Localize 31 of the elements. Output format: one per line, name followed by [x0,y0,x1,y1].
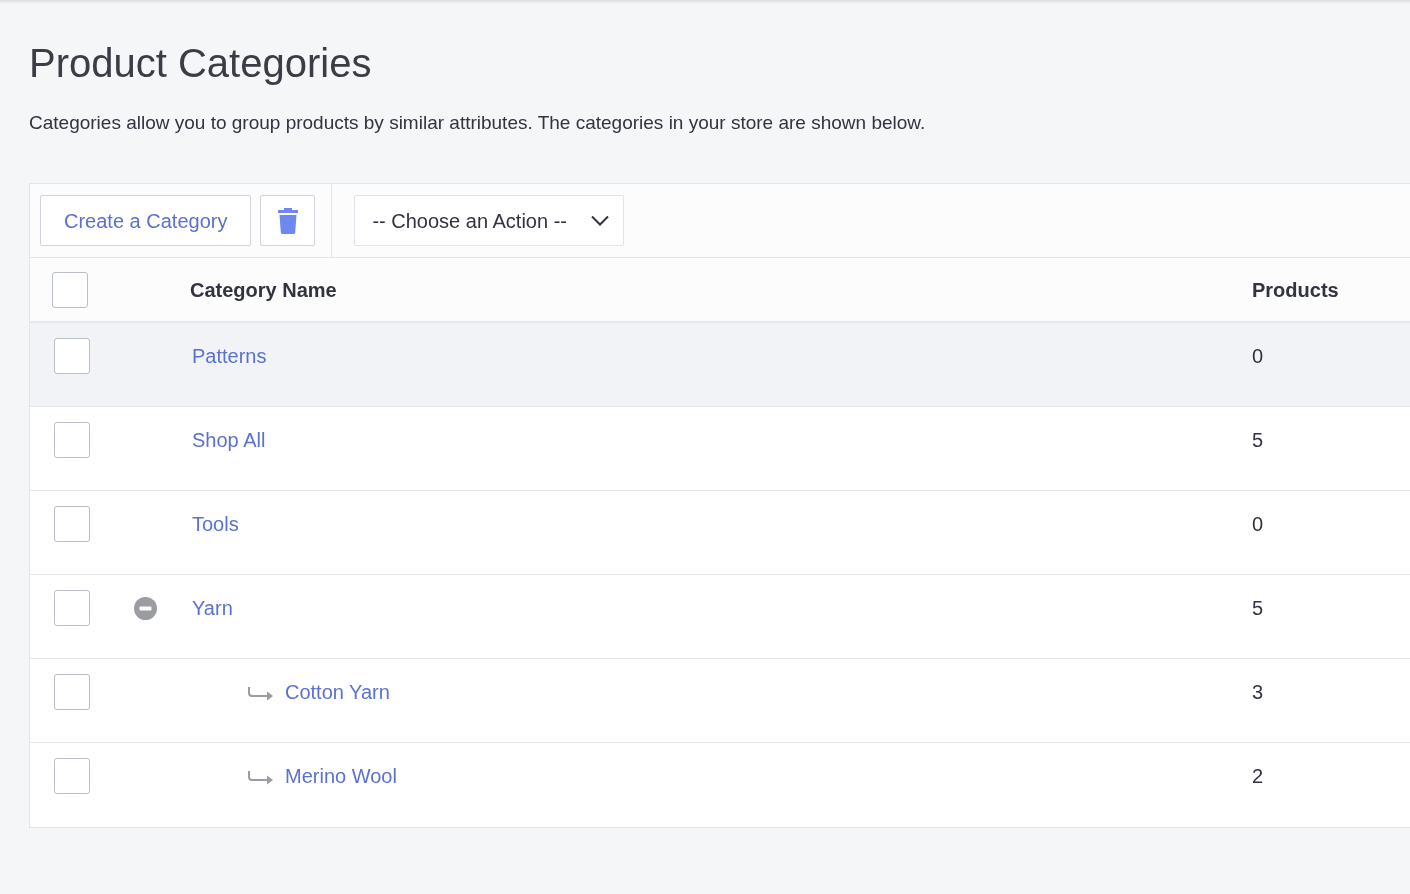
minus-circle-icon[interactable] [134,596,157,620]
action-dropdown[interactable]: -- Choose an Action -- [354,195,624,246]
category-link[interactable]: Merino Wool [285,758,397,794]
page-description: Categories allow you to group products by similar attributes. The categories in your store are shown below. [29,111,926,135]
delete-button[interactable] [260,195,316,246]
category-link[interactable]: Tools [192,506,239,542]
select-all-checkbox[interactable] [52,271,88,308]
product-count: 2 [1252,764,1264,789]
row-checkbox[interactable] [54,758,90,794]
product-count: 5 [1252,428,1264,453]
page-title: Product Categories [29,40,372,87]
row-checkbox[interactable] [54,674,90,710]
product-count: 0 [1252,512,1264,537]
row-checkbox[interactable] [54,590,90,626]
corner-arrow-icon [248,687,274,701]
chevron-down-icon [590,215,609,226]
column-header: Category Name [190,277,337,303]
product-count: 5 [1252,596,1264,621]
product-count: 3 [1252,680,1264,705]
row-checkbox[interactable] [54,422,90,458]
row-checkbox[interactable] [54,338,90,374]
column-header: Products [1252,277,1339,303]
create-category-button[interactable]: Create a Category [40,195,252,246]
category-link[interactable]: Yarn [192,590,233,626]
corner-arrow-icon [248,771,274,785]
row-checkbox[interactable] [54,506,90,542]
trash-icon [277,207,298,234]
product-count: 0 [1252,344,1264,369]
category-link[interactable]: Patterns [192,338,267,374]
category-link[interactable]: Shop All [192,422,266,458]
category-link[interactable]: Cotton Yarn [285,674,390,710]
